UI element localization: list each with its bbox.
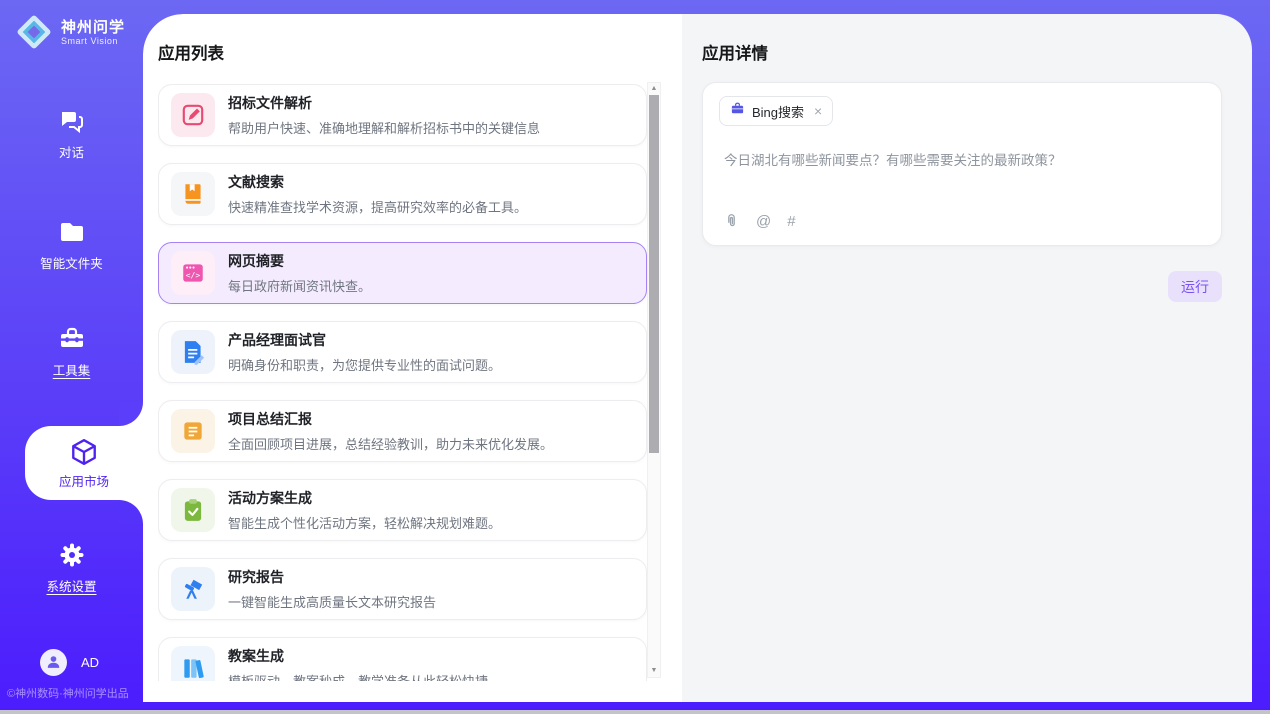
bottom-strip [0, 710, 1270, 714]
app-name: 网页摘要 [228, 251, 371, 271]
paperclip-icon[interactable] [723, 213, 740, 230]
app-list: 招标文件解析 帮助用户快速、准确地理解和解析招标书中的关键信息 文献搜索 快速精… [158, 84, 647, 681]
sidebar-item-chat[interactable]: 对话 [0, 107, 143, 161]
app-description: 明确身份和职责，为您提供专业性的面试问题。 [228, 355, 501, 374]
research-icon [171, 567, 215, 611]
app-description: 每日政府新闻资讯快查。 [228, 276, 371, 295]
note-icon [171, 409, 215, 453]
app-description: 全面回顾项目进展，总结经验教训，助力未来优化发展。 [228, 434, 553, 453]
scrollbar-up-arrow-icon[interactable]: ▲ [648, 83, 660, 95]
brand-tagline: Smart Vision [61, 36, 125, 46]
sidebar-item-app-market-active[interactable]: 应用市场 [25, 426, 143, 500]
toolbox-icon [0, 325, 143, 353]
sidebar-item-label: 对话 [0, 142, 143, 161]
scrollbar-thumb[interactable] [649, 95, 659, 453]
sidebar-item-toolset[interactable]: 工具集 [0, 325, 143, 379]
app-list-title: 应用列表 [158, 40, 224, 64]
edit-square-icon [171, 93, 215, 137]
app-description: 快速精准查找学术资源，提高研究效率的必备工具。 [228, 197, 527, 216]
run-button[interactable]: 运行 [1168, 271, 1222, 302]
gear-icon [0, 541, 143, 569]
app-card[interactable]: 产品经理面试官 明确身份和职责，为您提供专业性的面试问题。 [158, 321, 647, 383]
app-card[interactable]: 教案生成 模板驱动，教案秒成，教学准备从此轻松快捷 [158, 637, 647, 681]
plugin-tag-bing-search[interactable]: Bing搜索 × [719, 96, 833, 126]
sidebar-item-smart-folder[interactable]: 智能文件夹 [0, 218, 143, 272]
sidebar-item-label: 工具集 [0, 360, 143, 379]
app-description: 智能生成个性化活动方案，轻松解决规划难题。 [228, 513, 501, 532]
app-description: 模板驱动，教案秒成，教学准备从此轻松快捷 [228, 671, 488, 681]
app-card[interactable]: 项目总结汇报 全面回顾项目进展，总结经验教训，助力未来优化发展。 [158, 400, 647, 462]
app-name: 教案生成 [228, 646, 488, 666]
chat-icon [0, 107, 143, 135]
books-icon [171, 646, 215, 681]
plugin-tag-close-icon[interactable]: × [814, 104, 822, 118]
sidebar-item-label: 智能文件夹 [0, 253, 143, 272]
user-account[interactable]: AD [40, 649, 99, 676]
sidebar: 神州问学 Smart Vision 对话 智能文件夹 工具集 应用市场 系统设置… [0, 0, 143, 714]
brand-diamond-icon [14, 12, 54, 52]
user-avatar-icon [45, 653, 62, 673]
app-list-panel: 应用列表 招标文件解析 帮助用户快速、准确地理解和解析招标书中的关键信息 文献搜… [143, 14, 682, 702]
hash-icon[interactable]: # [787, 213, 795, 230]
briefcase-icon [730, 101, 745, 121]
app-name: 招标文件解析 [228, 93, 540, 113]
sidebar-item-label: 系统设置 [0, 576, 143, 595]
app-name: 文献搜索 [228, 172, 527, 192]
content-area: 应用列表 招标文件解析 帮助用户快速、准确地理解和解析招标书中的关键信息 文献搜… [143, 14, 1252, 702]
app-description: 一键智能生成高质量长文本研究报告 [228, 592, 436, 611]
app-name: 活动方案生成 [228, 488, 501, 508]
app-card[interactable]: </> 网页摘要 每日政府新闻资讯快查。 [158, 242, 647, 304]
brand-logo: 神州问学 Smart Vision [14, 12, 125, 52]
app-name: 项目总结汇报 [228, 409, 553, 429]
app-description: 帮助用户快速、准确地理解和解析招标书中的关键信息 [228, 118, 540, 137]
copyright-text: ©神州数码·神州问学出品 [7, 685, 129, 701]
sidebar-item-system-settings[interactable]: 系统设置 [0, 541, 143, 595]
app-name: 产品经理面试官 [228, 330, 501, 350]
app-card[interactable]: 研究报告 一键智能生成高质量长文本研究报告 [158, 558, 647, 620]
clipboard-check-icon [171, 488, 215, 532]
book-icon [171, 172, 215, 216]
folder-icon [0, 218, 143, 246]
scrollbar-down-arrow-icon[interactable]: ▼ [648, 665, 660, 677]
app-card[interactable]: 活动方案生成 智能生成个性化活动方案，轻松解决规划难题。 [158, 479, 647, 541]
doc-pen-icon [171, 330, 215, 374]
sidebar-item-label: 应用市场 [59, 471, 109, 490]
plugin-tag-label: Bing搜索 [752, 102, 804, 121]
avatar [40, 649, 67, 676]
prompt-editor[interactable]: Bing搜索 × 今日湖北有哪些新闻要点？有哪些需要关注的最新政策？ @ # [702, 82, 1222, 246]
app-list-scrollbar[interactable]: ▲ ▼ [647, 82, 661, 678]
browser-code-icon: </> [171, 251, 215, 295]
app-detail-title: 应用详情 [702, 40, 768, 64]
query-input[interactable]: 今日湖北有哪些新闻要点？有哪些需要关注的最新政策？ [724, 151, 1205, 170]
app-card[interactable]: 招标文件解析 帮助用户快速、准确地理解和解析招标书中的关键信息 [158, 84, 647, 146]
user-initials: AD [81, 655, 99, 670]
app-name: 研究报告 [228, 567, 436, 587]
app-card[interactable]: 文献搜索 快速精准查找学术资源，提高研究效率的必备工具。 [158, 163, 647, 225]
cube-icon [69, 437, 99, 467]
mention-icon[interactable]: @ [756, 213, 771, 230]
app-detail-panel: 应用详情 Bing搜索 × 今日湖北有哪些新闻要点？有哪些需要关注的最新政策？ … [682, 14, 1252, 702]
brand-name: 神州问学 [61, 19, 125, 36]
svg-text:</>: </> [186, 270, 201, 280]
